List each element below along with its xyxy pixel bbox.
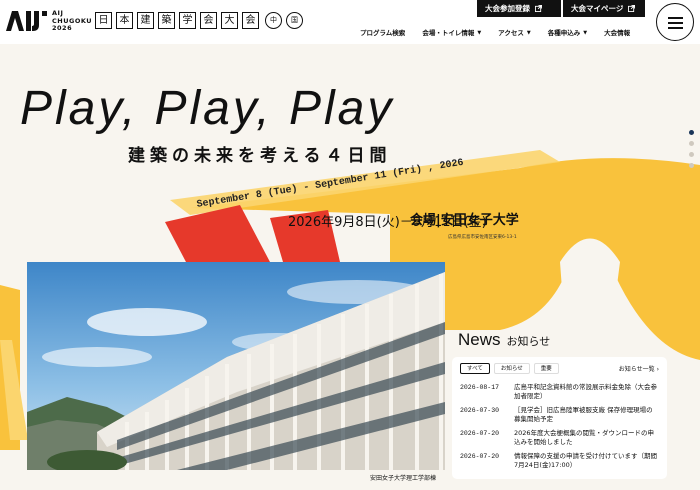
news-item-text: 情報保障の支援の申請を受け付けています（期間7月24日(金)17:00） <box>514 452 657 469</box>
page: AIJ CHUGOKU 2026 日 本 建 築 学 会 大 会 中 国 大会参… <box>0 0 700 490</box>
news-item[interactable]: 2026-07-30 ［見学会］旧広島陸軍被服支廠 保存修理現場の募集開始予定 <box>460 406 659 424</box>
slider-dot[interactable] <box>689 130 694 135</box>
event-title-char: 本 <box>116 12 133 29</box>
external-link-icon <box>628 5 636 12</box>
campus-building-photo <box>27 262 445 470</box>
slider-dot[interactable] <box>689 141 694 146</box>
mypage-button[interactable]: 大会マイページ <box>563 0 645 17</box>
hamburger-menu-button[interactable] <box>656 3 694 41</box>
photo-caption: 安田女子大学理工学部棟 <box>370 475 437 482</box>
register-button[interactable]: 大会参加登録 <box>477 0 561 17</box>
news-all-link[interactable]: お知らせ一覧 › <box>619 366 659 374</box>
event-title-char: 会 <box>200 12 217 29</box>
site-header: AIJ CHUGOKU 2026 日 本 建 築 学 会 大 会 中 国 大会参… <box>0 0 700 44</box>
caret-down-icon: ▼ <box>477 30 482 36</box>
event-title-char: 日 <box>95 12 112 29</box>
hamburger-icon <box>668 17 683 19</box>
news-item-date: 2026-07-20 <box>460 453 500 460</box>
news-panel: すべて お知らせ 重要 お知らせ一覧 › 2026-08-17 広島平和記念資料… <box>452 357 667 479</box>
nav-item-label: 各種申込み <box>547 29 581 37</box>
news-heading-en: News <box>458 330 501 349</box>
event-title-char: 建 <box>137 12 154 29</box>
nav-item-label: 会場・トイレ情報 <box>422 29 475 37</box>
news-heading: News お知らせ <box>458 330 550 352</box>
main-nav: プログラム検索 会場・トイレ情報 ▼ アクセス ▼ 各種申込み ▼ 大会情報 <box>360 29 647 37</box>
nav-item-applications[interactable]: 各種申込み ▼ <box>548 29 587 37</box>
news-item-date: 2026-07-20 <box>460 430 500 437</box>
hero-venue: 会場|安田女子大学 <box>410 213 519 228</box>
event-title-char: 学 <box>179 12 196 29</box>
nav-item-program-search[interactable]: プログラム検索 <box>360 29 405 37</box>
news-item[interactable]: 2026-07-20 情報保障の支援の申請を受け付けています（期間7月24日(金… <box>460 452 659 470</box>
hamburger-icon <box>668 27 683 29</box>
nav-item-label: プログラム検索 <box>360 29 406 37</box>
hero-title: Play, Play, Play <box>20 82 395 135</box>
news-item-date: 2026-07-30 <box>460 407 500 414</box>
news-item[interactable]: 2026-07-20 2026年度大会梗概集の閲覧・ダウンロードの申込みを開始し… <box>460 429 659 447</box>
news-item-text: 広島平和記念資料館の常設展示料金免除（大会参加者限定） <box>514 383 657 400</box>
aij-logo[interactable] <box>6 9 50 31</box>
news-all-link-label: お知らせ一覧 <box>618 366 655 373</box>
slider-dot[interactable] <box>689 163 694 168</box>
nav-item-event-info[interactable]: 大会情報 <box>604 29 630 37</box>
event-title-char: 会 <box>242 12 259 29</box>
mypage-button-label: 大会マイページ <box>571 4 624 13</box>
news-tab-notice[interactable]: お知らせ <box>493 363 530 374</box>
hamburger-icon <box>668 22 683 24</box>
logo-line-year: 2026 <box>52 24 73 32</box>
logo-subtext: AIJ CHUGOKU 2026 <box>52 9 92 33</box>
nav-item-label: アクセス <box>498 29 524 37</box>
news-tab-important[interactable]: 重要 <box>533 363 559 374</box>
caret-down-icon: ▼ <box>583 30 588 36</box>
event-title-char: 大 <box>221 12 238 29</box>
hero-subtitle: 建築の未来を考える４日間 <box>128 146 392 166</box>
news-item[interactable]: 2026-08-17 広島平和記念資料館の常設展示料金免除（大会参加者限定） <box>460 383 659 401</box>
event-title: 日 本 建 築 学 会 大 会 中 国 <box>95 12 303 29</box>
caret-down-icon: ▼ <box>526 30 531 36</box>
event-title-circle-char: 中 <box>265 12 282 29</box>
news-item-text: 2026年度大会梗概集の閲覧・ダウンロードの申込みを開始しました <box>514 429 655 446</box>
news-list: 2026-08-17 広島平和記念資料館の常設展示料金免除（大会参加者限定） 2… <box>460 383 659 470</box>
news-item-date: 2026-08-17 <box>460 384 500 391</box>
slider-pagination <box>689 130 694 168</box>
news-heading-jp: お知らせ <box>506 335 551 348</box>
slider-dot[interactable] <box>689 152 694 157</box>
hero-venue-address: 広島県広島市安佐南区安東6-13-1 <box>448 235 517 240</box>
chevron-right-icon: › <box>656 366 659 373</box>
news-item-text: ［見学会］旧広島陸軍被服支廠 保存修理現場の募集開始予定 <box>514 406 653 423</box>
nav-item-access[interactable]: アクセス ▼ <box>498 29 531 37</box>
register-button-label: 大会参加登録 <box>485 4 530 13</box>
event-title-circle-char: 国 <box>286 12 303 29</box>
event-title-char: 築 <box>158 12 175 29</box>
nav-item-venue[interactable]: 会場・トイレ情報 ▼ <box>422 29 481 37</box>
nav-item-label: 大会情報 <box>604 29 631 37</box>
external-link-icon <box>535 5 542 12</box>
news-tab-all[interactable]: すべて <box>460 363 490 374</box>
